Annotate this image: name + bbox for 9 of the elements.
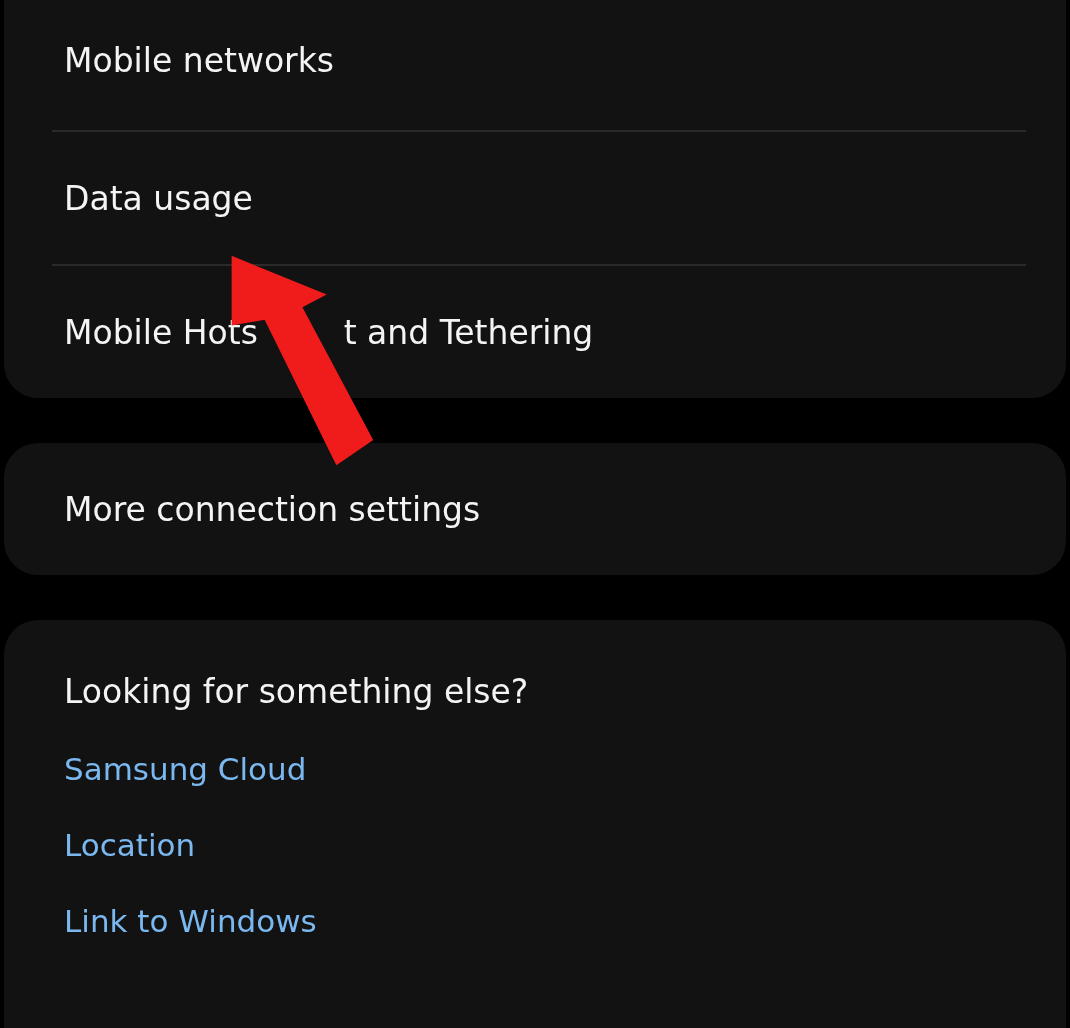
suggestion-link[interactable]: Location bbox=[64, 827, 196, 863]
settings-item[interactable]: Mobile Hots bbox=[64, 312, 258, 352]
settings-item[interactable]: Mobile networks bbox=[4, 0, 1066, 130]
suggestion-link[interactable]: Link to Windows bbox=[64, 903, 317, 939]
settings-item[interactable]: More connection settings bbox=[4, 443, 1066, 575]
suggestions-title: Looking for something else? bbox=[64, 672, 530, 711]
settings-item-text: t and Tethering bbox=[343, 312, 594, 352]
settings-item[interactable]: Data usage bbox=[4, 132, 1066, 264]
suggestion-link[interactable]: Samsung Cloud bbox=[64, 751, 307, 787]
